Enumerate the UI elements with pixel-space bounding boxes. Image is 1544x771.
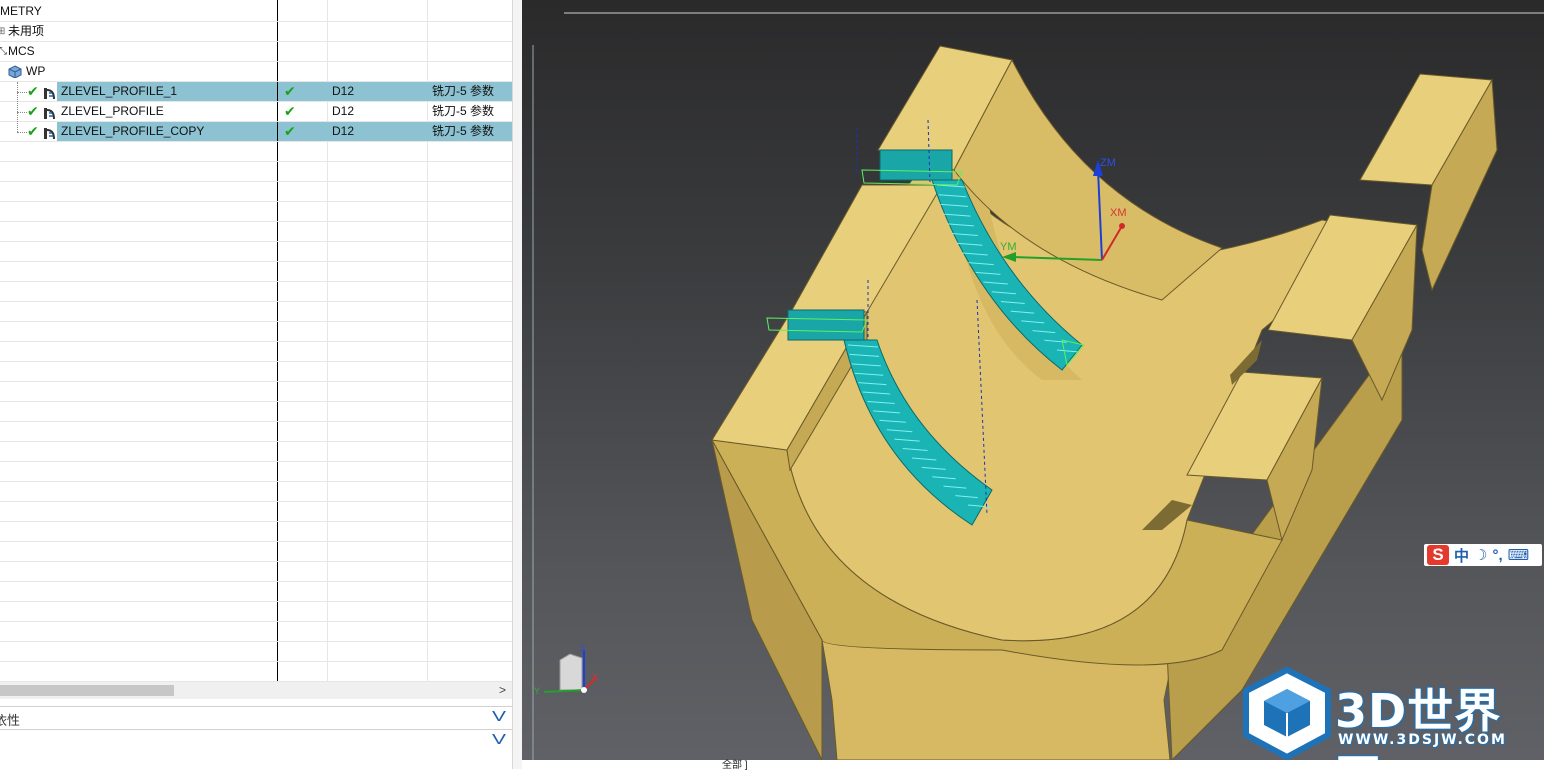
empty-row (0, 542, 512, 562)
empty-row (0, 502, 512, 522)
csys-label-xm: XM (1110, 207, 1127, 219)
horizontal-scrollbar[interactable]: > (0, 682, 512, 699)
sogou-logo-icon[interactable]: S (1427, 545, 1449, 565)
tree-node-label: METRY (0, 4, 42, 18)
empty-row (0, 622, 512, 642)
tool-name: D12 (332, 84, 355, 98)
empty-row (0, 302, 512, 322)
operation-name: ZLEVEL_PROFILE_COPY (61, 124, 205, 138)
tree-row-operation[interactable]: ✔ ZLEVEL_PROFILE_1 ✔ D12 铣刀-5 参数 (0, 82, 512, 102)
empty-row (0, 342, 512, 362)
tree-connector (17, 82, 18, 132)
watermark: 3D世界网 WWW.3DSJW.COM (1240, 665, 1540, 760)
tree-row-unused[interactable]: ⊞ 未用项 (0, 22, 512, 42)
scroll-right-arrow[interactable]: > (499, 682, 506, 699)
graphics-viewport[interactable]: ZM YM XM Z Y X S 中 ☽ °, ⌨ 3D世界网 (522, 0, 1544, 760)
path-status-check-icon: ✔ (284, 103, 296, 119)
empty-row (0, 222, 512, 242)
empty-row (0, 522, 512, 542)
triad-label-y: Y (534, 686, 540, 696)
tree-row-operation[interactable]: ✔ ZLEVEL_PROFILE ✔ D12 铣刀-5 参数 (0, 102, 512, 122)
operation-navigator: METRY ⊞ 未用项 ⤡ MCS WP ✔ ZLEVEL_PROFILE_1 … (0, 0, 512, 762)
tree-row-operation[interactable]: ✔ ZLEVEL_PROFILE_COPY ✔ D12 铣刀-5 参数 (0, 122, 512, 142)
tool-name: D12 (332, 124, 355, 138)
empty-row (0, 202, 512, 222)
zlevel-operation-icon (42, 124, 55, 143)
ime-language-toggle[interactable]: 中 (1454, 545, 1469, 566)
path-status-check-icon: ✔ (284, 123, 296, 139)
empty-row (0, 162, 512, 182)
empty-row (0, 662, 512, 682)
moon-icon[interactable]: ☽ (1474, 546, 1487, 564)
csys-label-ym: YM (1000, 241, 1017, 253)
status-bar: 全部 ] (522, 760, 1544, 771)
empty-row (0, 462, 512, 482)
empty-row (0, 142, 512, 162)
tree-connector (17, 132, 27, 133)
keyboard-icon[interactable]: ⌨ (1508, 546, 1530, 564)
empty-row (0, 442, 512, 462)
punctuation-toggle[interactable]: °, (1492, 547, 1502, 564)
tree-row-workpiece[interactable]: WP (0, 62, 512, 82)
tree-node-label: WP (26, 64, 46, 78)
empty-row (0, 422, 512, 442)
scrollbar-thumb[interactable] (0, 685, 174, 696)
triad-label-x: X (592, 672, 598, 682)
watermark-url: WWW.3DSJW.COM (1338, 732, 1507, 748)
panel-properties-header[interactable]: 依性 V (0, 706, 512, 729)
tree-row-mcs[interactable]: ⤡ MCS (0, 42, 512, 62)
operation-name: ZLEVEL_PROFILE (61, 104, 164, 118)
empty-row (0, 402, 512, 422)
empty-row (0, 182, 512, 202)
empty-row (0, 602, 512, 622)
tree-node-label: MCS (8, 44, 35, 58)
status-check-icon: ✔ (27, 123, 39, 139)
empty-row (0, 282, 512, 302)
empty-row (0, 642, 512, 662)
zlevel-operation-icon (42, 84, 55, 103)
method-name: 铣刀-5 参数 (432, 84, 495, 98)
operation-name: ZLEVEL_PROFILE_1 (61, 84, 178, 98)
method-name: 铣刀-5 参数 (432, 124, 495, 138)
tree-connector (17, 92, 27, 93)
empty-row (0, 582, 512, 602)
empty-row (0, 382, 512, 402)
empty-row (0, 322, 512, 342)
tree-node-label: 未用项 (8, 24, 45, 38)
ime-toolbar[interactable]: S 中 ☽ °, ⌨ (1424, 544, 1542, 566)
chevron-down-icon[interactable]: V (492, 731, 506, 748)
panel-label: 依性 (0, 713, 21, 728)
status-check-icon: ✔ (27, 103, 39, 119)
watermark-cube-icon (1243, 666, 1331, 760)
empty-row (0, 242, 512, 262)
tree-row-geometry[interactable]: METRY (0, 2, 512, 22)
triad-label-z: Z (580, 644, 586, 654)
csys-label-zm: ZM (1100, 157, 1116, 169)
empty-row (0, 262, 512, 282)
method-name: 铣刀-5 参数 (432, 104, 495, 118)
view-triad[interactable]: Z Y X (534, 644, 598, 696)
status-check-icon: ✔ (27, 83, 39, 99)
empty-row (0, 362, 512, 382)
expander-icon[interactable]: ⊞ (0, 22, 5, 41)
part-body[interactable] (711, 45, 1498, 760)
empty-row (0, 482, 512, 502)
tool-name: D12 (332, 104, 355, 118)
tree-connector (17, 112, 27, 113)
path-status-check-icon: ✔ (284, 83, 296, 99)
empty-row (0, 562, 512, 582)
zlevel-operation-icon (42, 104, 55, 123)
mcs-icon: ⤡ (0, 46, 7, 57)
chevron-down-icon[interactable]: V (492, 708, 506, 725)
panel-details-header[interactable]: f V (0, 729, 512, 752)
model-view: ZM YM XM Z Y X (532, 12, 1544, 760)
